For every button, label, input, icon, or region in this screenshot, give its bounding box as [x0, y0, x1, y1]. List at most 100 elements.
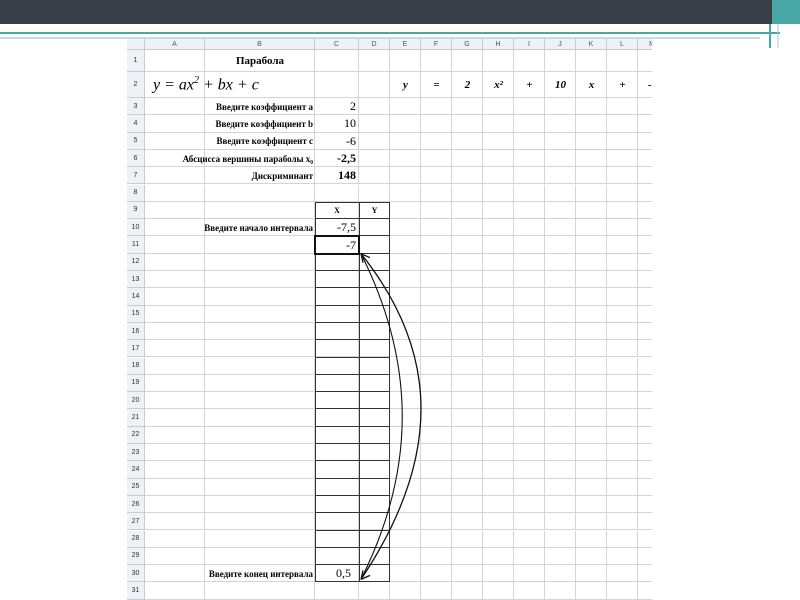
grid-cell[interactable]: [545, 582, 576, 600]
grid-cell[interactable]: [638, 409, 652, 427]
grid-cell[interactable]: [607, 565, 638, 583]
column-header-a[interactable]: A: [145, 39, 205, 50]
grid-cell[interactable]: [607, 426, 638, 444]
grid-cell[interactable]: [390, 50, 421, 72]
grid-cell[interactable]: [514, 340, 545, 358]
grid-cell[interactable]: [421, 115, 452, 133]
grid-cell[interactable]: [452, 201, 483, 220]
grid-cell[interactable]: [421, 253, 452, 271]
grid-cell[interactable]: [452, 305, 483, 323]
grid-cell[interactable]: [390, 478, 421, 496]
spreadsheet[interactable]: ABCDEFGHIJKLM123456789101112131415161718…: [127, 39, 652, 600]
grid-cell[interactable]: [545, 219, 576, 237]
row-header-23[interactable]: 23: [127, 444, 145, 462]
grid-cell[interactable]: [452, 149, 483, 168]
grid-cell[interactable]: [145, 374, 205, 393]
row-header-4[interactable]: 4: [127, 115, 145, 133]
grid-cell[interactable]: [421, 236, 452, 254]
grid-cell[interactable]: [638, 167, 652, 185]
grid-cell[interactable]: [452, 322, 483, 341]
grid-cell[interactable]: [452, 374, 483, 393]
grid-cell[interactable]: [576, 374, 607, 393]
grid-cell[interactable]: [145, 444, 205, 462]
grid-cell[interactable]: [545, 426, 576, 444]
grid-cell[interactable]: [145, 50, 205, 72]
grid-cell[interactable]: [421, 478, 452, 496]
row-header-29[interactable]: 29: [127, 547, 145, 566]
grid-cell[interactable]: [545, 115, 576, 133]
grid-cell[interactable]: [483, 236, 514, 254]
grid-cell[interactable]: [514, 184, 545, 202]
grid-cell[interactable]: [607, 530, 638, 548]
column-header-i[interactable]: I: [514, 39, 545, 50]
grid-cell[interactable]: [205, 513, 315, 531]
grid-cell[interactable]: [315, 582, 359, 600]
grid-cell[interactable]: [514, 461, 545, 479]
grid-cell[interactable]: [359, 72, 390, 98]
row-header-5[interactable]: 5: [127, 132, 145, 150]
row-header-27[interactable]: 27: [127, 513, 145, 531]
grid-cell[interactable]: [205, 409, 315, 427]
grid-cell[interactable]: [145, 305, 205, 323]
grid-cell[interactable]: [514, 115, 545, 133]
grid-cell[interactable]: [359, 167, 390, 185]
grid-cell[interactable]: [452, 184, 483, 202]
grid-cell[interactable]: [545, 547, 576, 566]
grid-cell[interactable]: [576, 132, 607, 150]
grid-cell[interactable]: [607, 271, 638, 289]
row-header-20[interactable]: 20: [127, 392, 145, 410]
row-header-30[interactable]: 30: [127, 565, 145, 583]
grid-cell[interactable]: [607, 547, 638, 566]
grid-cell[interactable]: [452, 392, 483, 410]
grid-cell[interactable]: [576, 184, 607, 202]
grid-cell[interactable]: [145, 547, 205, 566]
grid-cell[interactable]: [205, 547, 315, 566]
column-header-d[interactable]: D: [359, 39, 390, 50]
row-header-6[interactable]: 6: [127, 149, 145, 168]
column-header-g[interactable]: G: [452, 39, 483, 50]
grid-cell[interactable]: [576, 50, 607, 72]
grid-cell[interactable]: [483, 184, 514, 202]
grid-cell[interactable]: [576, 149, 607, 168]
grid-cell[interactable]: [638, 375, 652, 393]
grid-cell[interactable]: [205, 184, 315, 202]
grid-cell[interactable]: [205, 582, 315, 600]
grid-cell[interactable]: [452, 167, 483, 185]
grid-cell[interactable]: [421, 184, 452, 202]
grid-cell[interactable]: [545, 374, 576, 393]
grid-cell[interactable]: [452, 236, 483, 254]
grid-cell[interactable]: [452, 513, 483, 531]
grid-cell[interactable]: [390, 184, 421, 202]
grid-cell[interactable]: [545, 201, 576, 220]
grid-cell[interactable]: [545, 271, 576, 289]
grid-cell[interactable]: [638, 98, 652, 116]
grid-cell[interactable]: [205, 357, 315, 375]
grid-cell[interactable]: [483, 357, 514, 375]
grid-cell[interactable]: [483, 305, 514, 323]
grid-cell[interactable]: [483, 461, 514, 479]
grid-cell[interactable]: [545, 357, 576, 375]
grid-cell[interactable]: [607, 184, 638, 202]
grid-cell[interactable]: [390, 530, 421, 548]
grid-cell[interactable]: [576, 288, 607, 306]
grid-cell[interactable]: [576, 322, 607, 341]
grid-cell[interactable]: [483, 132, 514, 150]
grid-cell[interactable]: [359, 184, 390, 202]
grid-cell[interactable]: [145, 271, 205, 289]
grid-cell[interactable]: [315, 184, 359, 202]
grid-cell[interactable]: [514, 201, 545, 220]
row-header-22[interactable]: 22: [127, 426, 145, 444]
grid-cell[interactable]: [545, 50, 576, 72]
grid-cell[interactable]: [514, 444, 545, 462]
grid-cell[interactable]: [145, 530, 205, 548]
grid-cell[interactable]: [545, 530, 576, 548]
grid-cell[interactable]: [638, 288, 652, 306]
grid-cell[interactable]: [390, 253, 421, 271]
row-header-9[interactable]: 9: [127, 201, 145, 220]
grid-cell[interactable]: [452, 582, 483, 600]
grid-cell[interactable]: [421, 530, 452, 548]
grid-cell[interactable]: [421, 582, 452, 600]
grid-cell[interactable]: [576, 271, 607, 289]
input-value-3[interactable]: -6: [315, 133, 359, 150]
grid-cell[interactable]: [390, 374, 421, 393]
